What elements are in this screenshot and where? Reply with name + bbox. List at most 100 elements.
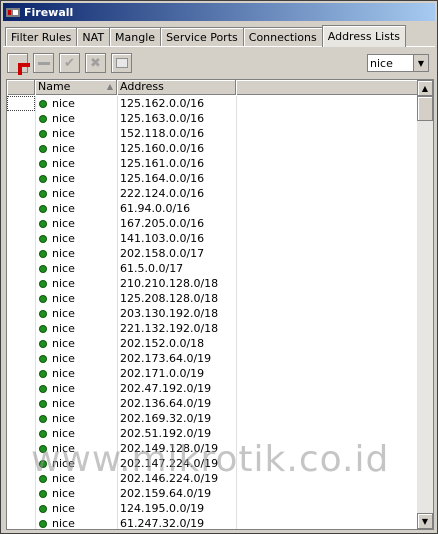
row-name-cell: nice <box>35 97 117 110</box>
table-row[interactable]: nice 210.210.128.0/18 <box>7 276 417 291</box>
vertical-scrollbar[interactable]: ▲ ▼ <box>417 80 433 529</box>
row-name-text: nice <box>52 247 75 260</box>
tab-bar: Filter Rules NAT Mangle Service Ports Co… <box>5 25 407 47</box>
row-name-cell: nice <box>35 112 117 125</box>
row-name-text: nice <box>52 232 75 245</box>
row-name-text: nice <box>52 202 75 215</box>
status-dot-icon <box>40 520 46 527</box>
table-row[interactable]: nice 202.136.64.0/19 <box>7 396 417 411</box>
scroll-down-icon[interactable]: ▼ <box>417 513 433 529</box>
add-button[interactable] <box>7 53 30 75</box>
row-name-cell: nice <box>35 517 117 529</box>
row-name-text: nice <box>52 337 75 350</box>
row-address-cell: 202.152.0.0/18 <box>120 337 205 350</box>
table-row[interactable]: nice 202.152.0.0/18 <box>7 336 417 351</box>
list-filter-dropdown[interactable]: nice ▼ <box>367 54 429 72</box>
row-name-cell: nice <box>35 277 117 290</box>
table-row[interactable]: nice 202.47.192.0/19 <box>7 381 417 396</box>
row-name-text: nice <box>52 97 75 110</box>
watermark: www.mikrotik.co.id <box>31 439 390 480</box>
table-row[interactable]: nice 125.208.128.0/18 <box>7 291 417 306</box>
row-name-cell: nice <box>35 262 117 275</box>
table-row[interactable]: nice 141.103.0.0/16 <box>7 231 417 246</box>
row-address-cell: 61.94.0.0/16 <box>120 202 191 215</box>
scrollbar-thumb[interactable] <box>417 96 433 121</box>
table-row[interactable]: nice 202.169.32.0/19 <box>7 411 417 426</box>
comment-button[interactable] <box>111 53 132 73</box>
table-row[interactable]: nice 125.164.0.0/16 <box>7 171 417 186</box>
window-title: Firewall <box>24 5 74 19</box>
row-address-cell: 152.118.0.0/16 <box>120 127 205 140</box>
status-dot-icon <box>40 130 46 137</box>
scroll-up-icon[interactable]: ▲ <box>417 80 433 96</box>
row-address-cell: 202.158.0.0/17 <box>120 247 205 260</box>
table-row[interactable]: nice 61.94.0.0/16 <box>7 201 417 216</box>
table-row[interactable]: nice 125.161.0.0/16 <box>7 156 417 171</box>
row-address-cell: 202.171.0.0/19 <box>120 367 205 380</box>
row-address-cell: 202.47.192.0/19 <box>120 382 212 395</box>
list-filter-value: nice <box>370 56 393 70</box>
table-row[interactable]: nice 61.247.32.0/19 <box>7 516 417 529</box>
table-row[interactable]: nice 125.160.0.0/16 <box>7 141 417 156</box>
row-address-cell: 141.103.0.0/16 <box>120 232 205 245</box>
tab-service-ports[interactable]: Service Ports <box>160 27 244 47</box>
table-row[interactable]: nice 125.162.0.0/16 <box>7 96 417 111</box>
mikrotik-app-icon <box>5 5 21 19</box>
column-header-address[interactable]: Address <box>117 80 236 95</box>
status-dot-icon <box>40 355 46 362</box>
table-row[interactable]: nice 202.171.0.0/19 <box>7 366 417 381</box>
row-name-text: nice <box>52 307 75 320</box>
tab-nat[interactable]: NAT <box>76 27 111 47</box>
status-dot-icon <box>40 310 46 317</box>
column-header-flag[interactable] <box>7 80 35 95</box>
row-address-cell: 124.195.0.0/19 <box>120 502 205 515</box>
row-name-cell: nice <box>35 232 117 245</box>
row-name-cell: nice <box>35 397 117 410</box>
status-dot-icon <box>40 175 46 182</box>
table-row[interactable]: nice 152.118.0.0/16 <box>7 126 417 141</box>
row-address-cell: 221.132.192.0/18 <box>120 322 219 335</box>
tab-mangle[interactable]: Mangle <box>109 27 162 47</box>
firewall-window: Firewall Filter Rules NAT Mangle Service… <box>0 0 438 534</box>
table-row[interactable]: nice 202.159.64.0/19 <box>7 486 417 501</box>
tab-connections[interactable]: Connections <box>242 27 323 47</box>
enable-button[interactable]: ✔ <box>59 53 80 73</box>
row-name-text: nice <box>52 217 75 230</box>
table-row[interactable]: nice 202.173.64.0/19 <box>7 351 417 366</box>
row-name-cell: nice <box>35 292 117 305</box>
table-row[interactable]: nice 221.132.192.0/18 <box>7 321 417 336</box>
column-header-name[interactable]: Name ▲ <box>35 80 117 95</box>
row-address-cell: 202.159.64.0/19 <box>120 487 212 500</box>
tab-address-lists[interactable]: Address Lists <box>321 25 407 47</box>
title-bar[interactable]: Firewall <box>3 3 435 21</box>
row-name-text: nice <box>52 322 75 335</box>
row-name-text: nice <box>52 487 75 500</box>
table-row[interactable]: nice 167.205.0.0/16 <box>7 216 417 231</box>
table-row[interactable]: nice 125.163.0.0/16 <box>7 111 417 126</box>
remove-button[interactable] <box>33 53 54 73</box>
disable-button[interactable]: ✖ <box>85 53 106 73</box>
row-address-cell: 203.130.192.0/18 <box>120 307 219 320</box>
table-row[interactable]: nice 203.130.192.0/18 <box>7 306 417 321</box>
row-name-text: nice <box>52 157 75 170</box>
tab-filter-rules[interactable]: Filter Rules <box>5 27 78 47</box>
row-name-cell: nice <box>35 157 117 170</box>
table-row[interactable]: nice 202.158.0.0/17 <box>7 246 417 261</box>
table-row[interactable]: nice 124.195.0.0/19 <box>7 501 417 516</box>
row-name-cell: nice <box>35 487 117 500</box>
table-row[interactable]: nice 61.5.0.0/17 <box>7 261 417 276</box>
table-row[interactable]: nice 222.124.0.0/16 <box>7 186 417 201</box>
status-dot-icon <box>40 415 46 422</box>
row-name-cell: nice <box>35 382 117 395</box>
row-name-cell: nice <box>35 142 117 155</box>
chevron-down-icon[interactable]: ▼ <box>413 55 428 71</box>
row-address-cell: 125.164.0.0/16 <box>120 172 205 185</box>
status-dot-icon <box>40 190 46 197</box>
row-name-cell: nice <box>35 337 117 350</box>
row-name-text: nice <box>52 382 75 395</box>
row-name-cell: nice <box>35 172 117 185</box>
row-address-cell: 61.5.0.0/17 <box>120 262 184 275</box>
row-name-text: nice <box>52 352 75 365</box>
row-name-cell: nice <box>35 322 117 335</box>
status-dot-icon <box>40 160 46 167</box>
